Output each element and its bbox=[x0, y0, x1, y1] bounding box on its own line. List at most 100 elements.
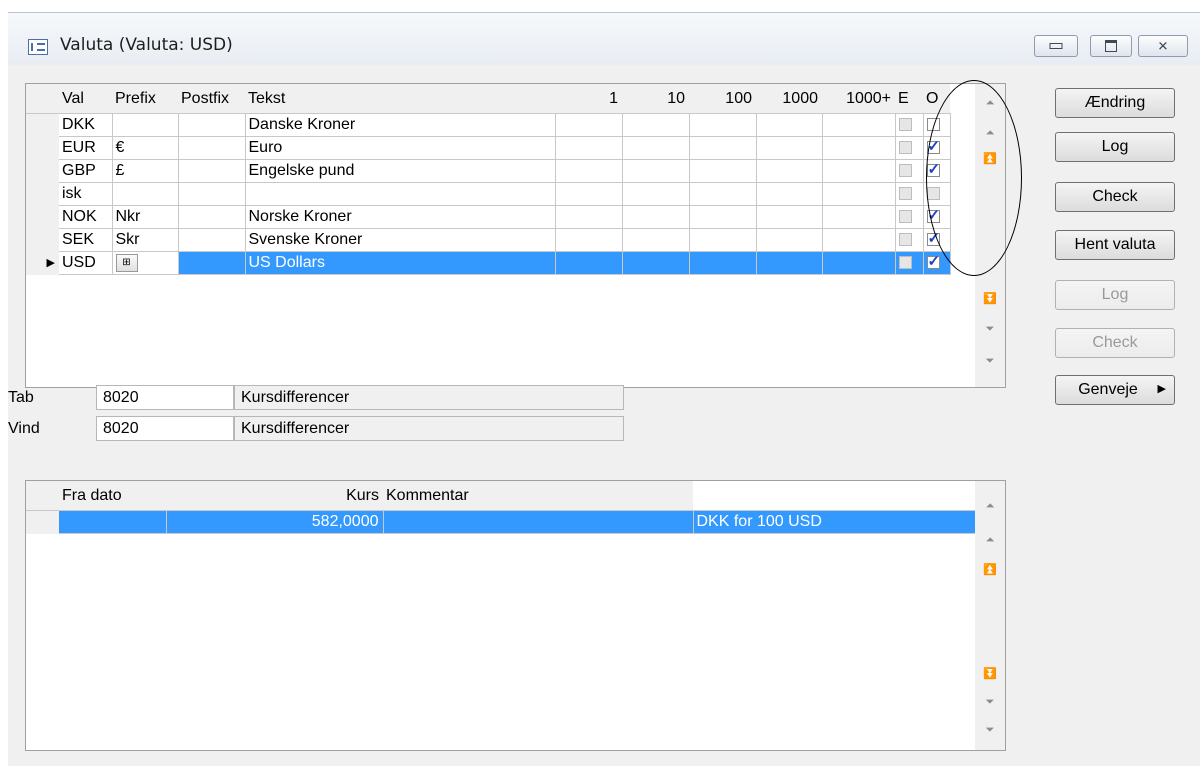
col-o[interactable]: O bbox=[923, 84, 950, 114]
check-button-secondary[interactable]: Check bbox=[1055, 328, 1175, 358]
cell-prefix[interactable]: € bbox=[112, 136, 179, 160]
currency-grid-scrollbar[interactable]: ⏶ ⏶ ⏫ ⏬ ⏷ ⏷ bbox=[975, 84, 1005, 387]
cell-val[interactable]: GBP bbox=[59, 159, 113, 183]
currency-grid[interactable]: Val Prefix Postfix Tekst 1 10 100 1000 1… bbox=[25, 83, 1006, 388]
col-prefix[interactable]: Prefix bbox=[112, 84, 178, 114]
cell-10[interactable] bbox=[622, 182, 690, 206]
cell-fra-dato[interactable] bbox=[59, 510, 167, 534]
cell-1[interactable] bbox=[555, 113, 623, 137]
cell-1000[interactable] bbox=[756, 205, 823, 229]
genveje-button[interactable]: Genveje ▶ bbox=[1055, 375, 1175, 405]
restore-button[interactable] bbox=[1090, 35, 1132, 57]
cell-postfix[interactable] bbox=[178, 136, 246, 160]
cell-1000[interactable] bbox=[756, 113, 823, 137]
cell-1000[interactable] bbox=[756, 251, 823, 275]
table-row[interactable]: DKK Danske Kroner bbox=[26, 113, 951, 137]
table-row[interactable]: SEK Skr Svenske Kroner ✓ bbox=[26, 228, 951, 252]
e-checkbox[interactable] bbox=[898, 141, 912, 155]
cell-100[interactable] bbox=[689, 228, 757, 252]
cell-postfix[interactable] bbox=[178, 205, 246, 229]
cell-val[interactable]: isk bbox=[59, 182, 113, 206]
cell-1000plus[interactable] bbox=[822, 251, 896, 275]
e-checkbox[interactable] bbox=[898, 187, 912, 201]
next-page-icon[interactable]: ⏷ bbox=[983, 324, 997, 335]
o-checkbox[interactable]: ✓ bbox=[926, 161, 940, 178]
table-row[interactable]: NOK Nkr Norske Kroner ✓ bbox=[26, 205, 951, 229]
cell-prefix[interactable]: Nkr bbox=[112, 205, 179, 229]
cell-100[interactable] bbox=[689, 136, 757, 160]
cell-tekst[interactable] bbox=[245, 182, 556, 206]
cell-10[interactable] bbox=[622, 136, 690, 160]
cell-prefix[interactable]: ⊞ bbox=[112, 251, 179, 275]
hent-valuta-button[interactable]: Hent valuta bbox=[1055, 230, 1175, 260]
o-checkbox[interactable]: ✓ bbox=[926, 207, 940, 224]
cell-val[interactable]: USD bbox=[59, 251, 113, 275]
cell-prefix[interactable] bbox=[112, 113, 179, 137]
cell-10[interactable] bbox=[622, 113, 690, 137]
cell-tekst[interactable]: Engelske pund bbox=[245, 159, 556, 183]
cell-1000[interactable] bbox=[756, 136, 823, 160]
minimize-button[interactable] bbox=[1034, 35, 1078, 57]
cell-1[interactable] bbox=[555, 182, 623, 206]
cell-tekst[interactable]: Norske Kroner bbox=[245, 205, 556, 229]
prev-record-icon[interactable]: ⏫ bbox=[983, 154, 997, 165]
cell-tekst[interactable]: Svenske Kroner bbox=[245, 228, 556, 252]
log-button[interactable]: Log bbox=[1055, 132, 1175, 162]
cell-tekst[interactable]: US Dollars bbox=[245, 251, 556, 275]
col-fra-dato[interactable]: Fra dato bbox=[59, 481, 166, 511]
cell-1[interactable] bbox=[555, 228, 623, 252]
cell-1[interactable] bbox=[555, 136, 623, 160]
cell-prefix[interactable]: £ bbox=[112, 159, 179, 183]
cell-1[interactable] bbox=[555, 251, 623, 275]
e-checkbox[interactable] bbox=[898, 210, 912, 224]
cell-val[interactable]: SEK bbox=[59, 228, 113, 252]
cell-100[interactable] bbox=[689, 182, 757, 206]
close-button[interactable]: ✕ bbox=[1138, 35, 1188, 57]
cell-kommentar[interactable] bbox=[383, 510, 694, 534]
table-row-selected[interactable]: ▶ USD ⊞ US Dollars ✓ bbox=[26, 251, 951, 275]
cell-1[interactable] bbox=[555, 159, 623, 183]
cell-100[interactable] bbox=[689, 205, 757, 229]
col-kurs[interactable]: Kurs bbox=[166, 481, 383, 511]
cell-10[interactable] bbox=[622, 251, 690, 275]
cell-postfix[interactable] bbox=[178, 228, 246, 252]
prev-record-icon[interactable]: ⏫ bbox=[983, 565, 997, 576]
next-page-icon[interactable]: ⏷ bbox=[983, 697, 997, 708]
last-record-icon[interactable]: ⏷ bbox=[983, 356, 997, 367]
cell-1000plus[interactable] bbox=[822, 136, 896, 160]
cell-100[interactable] bbox=[689, 113, 757, 137]
cell-1000plus[interactable] bbox=[822, 182, 896, 206]
col-1[interactable]: 1 bbox=[555, 84, 622, 114]
cell-postfix[interactable] bbox=[178, 113, 246, 137]
col-1000plus[interactable]: 1000+ bbox=[822, 84, 895, 114]
o-checkbox[interactable] bbox=[926, 187, 940, 201]
table-row-selected[interactable]: 582,0000 DKK for 100 USD bbox=[26, 510, 976, 534]
rate-grid[interactable]: Fra dato Kurs Kommentar 582,0000 DKK for… bbox=[25, 480, 1006, 751]
cell-val[interactable]: DKK bbox=[59, 113, 113, 137]
check-button[interactable]: Check bbox=[1055, 182, 1175, 212]
vind-account-field[interactable]: 8020 bbox=[96, 416, 234, 441]
rate-grid-scrollbar[interactable]: ⏶ ⏶ ⏫ ⏬ ⏷ ⏷ bbox=[975, 481, 1005, 750]
cell-100[interactable] bbox=[689, 251, 757, 275]
col-val[interactable]: Val bbox=[59, 84, 112, 114]
cell-prefix[interactable]: Skr bbox=[112, 228, 179, 252]
cell-postfix[interactable] bbox=[178, 251, 246, 275]
cell-tekst[interactable]: Euro bbox=[245, 136, 556, 160]
o-checkbox[interactable] bbox=[926, 118, 940, 132]
log-button-secondary[interactable]: Log bbox=[1055, 280, 1175, 310]
o-checkbox[interactable]: ✓ bbox=[926, 253, 940, 270]
table-row[interactable]: isk bbox=[26, 182, 951, 206]
last-record-icon[interactable]: ⏷ bbox=[983, 725, 997, 736]
cell-prefix[interactable] bbox=[112, 182, 179, 206]
first-record-icon[interactable]: ⏶ bbox=[983, 98, 997, 109]
aendring-button[interactable]: Ændring bbox=[1055, 88, 1175, 118]
cell-100[interactable] bbox=[689, 159, 757, 183]
o-checkbox[interactable]: ✓ bbox=[926, 230, 940, 247]
cell-1000plus[interactable] bbox=[822, 113, 896, 137]
cell-val[interactable]: EUR bbox=[59, 136, 113, 160]
table-row[interactable]: EUR € Euro ✓ bbox=[26, 136, 951, 160]
col-kommentar[interactable]: Kommentar bbox=[383, 481, 693, 511]
tab-account-field[interactable]: 8020 bbox=[96, 385, 234, 410]
cell-1[interactable] bbox=[555, 205, 623, 229]
cell-10[interactable] bbox=[622, 205, 690, 229]
